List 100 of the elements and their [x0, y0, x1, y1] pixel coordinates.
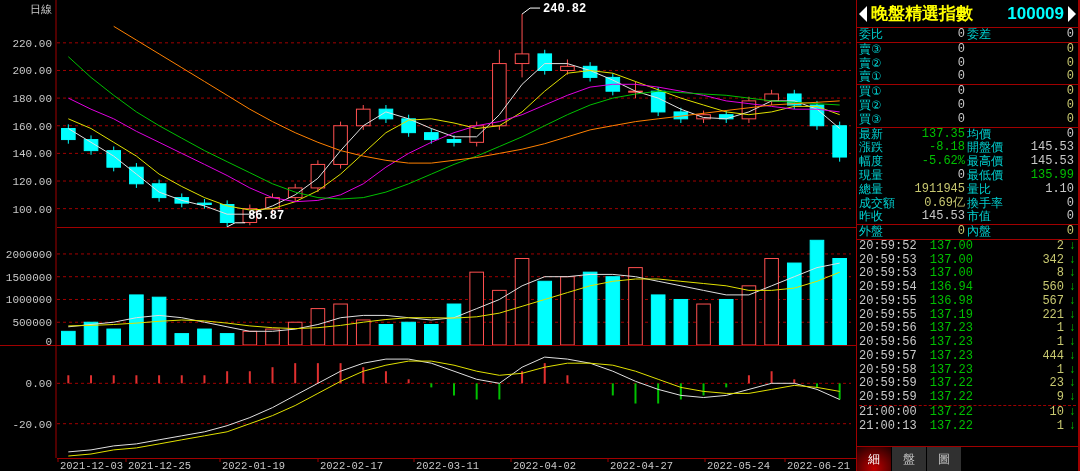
index-code: 100009 — [1007, 3, 1064, 24]
date-label: 2022-02-17 — [320, 460, 383, 471]
tick-time: 20:59:55 — [859, 294, 918, 309]
tick-time: 20:59:55 — [859, 308, 918, 322]
tick-price: 136.98 — [928, 294, 973, 309]
tick-arrow: ↓ — [1067, 391, 1076, 405]
tick-arrow: ↓ — [1067, 267, 1076, 282]
tick-volume: 567 — [1041, 294, 1064, 309]
candlestick — [537, 49, 553, 76]
axis-label: 2000000 — [5, 248, 52, 261]
order-price: 0 — [956, 56, 966, 70]
candlestick — [787, 89, 802, 110]
axis-label: 1500000 — [5, 271, 52, 284]
field-label: 均價 — [967, 127, 992, 141]
date-label: 2022-04-27 — [610, 460, 673, 471]
tab[interactable]: 細 — [857, 447, 892, 471]
tick-price: 137.00 — [928, 253, 973, 267]
leader-line — [521, 7, 541, 15]
order-level-label: 賣③ — [859, 42, 883, 57]
field-value: 0 — [1065, 210, 1075, 225]
candlestick — [673, 107, 689, 124]
field-label: 市值 — [967, 210, 992, 225]
candlestick — [832, 121, 847, 163]
tick-volume: 1 — [1055, 419, 1064, 434]
tick-arrow: ↓ — [1067, 253, 1076, 268]
axis-label: 100.00 — [12, 203, 52, 216]
candlestick — [287, 183, 303, 203]
order-price: 0 — [956, 42, 966, 57]
tab[interactable]: 圖 — [927, 447, 962, 471]
price-label: 240.82 — [543, 2, 587, 17]
tick-time: 20:59:57 — [859, 349, 918, 364]
candlestick — [83, 134, 99, 156]
candlestick — [355, 104, 371, 131]
field-value: 0 — [1065, 127, 1075, 141]
order-volume: 0 — [1065, 85, 1075, 99]
tick-volume: 9 — [1055, 391, 1064, 405]
axis-label: 500000 — [12, 317, 52, 330]
axis-label: 1000000 — [5, 294, 52, 307]
tab[interactable]: 盤 — [892, 447, 927, 471]
tick-volume: 10 — [1048, 405, 1064, 420]
candlestick — [560, 58, 575, 76]
tick-volume: 23 — [1048, 377, 1064, 391]
tick-price: 137.22 — [928, 405, 973, 420]
field-value: 0 — [1065, 196, 1075, 210]
order-price: 0 — [956, 112, 966, 127]
tick-price: 137.23 — [928, 336, 973, 350]
tick-time: 20:59:58 — [859, 363, 918, 377]
tick-price: 137.19 — [928, 308, 973, 322]
axis-label: 0 — [45, 336, 52, 345]
tick-price: 137.22 — [928, 377, 973, 391]
field-label: 昨收 — [859, 210, 884, 225]
axis-label: 0.00 — [25, 378, 52, 391]
field-value: 0 — [956, 225, 966, 239]
candlestick — [333, 121, 348, 170]
tick-time: 20:59:52 — [859, 239, 918, 254]
tick-volume: 560 — [1041, 281, 1064, 295]
axis-label: 120.00 — [12, 176, 52, 188]
axis-label: -20.00 — [12, 418, 52, 431]
previous-arrow-icon[interactable] — [859, 5, 867, 22]
field-value: 0 — [956, 168, 966, 183]
order-level-label: 買② — [859, 99, 883, 113]
next-arrow-icon[interactable] — [1068, 5, 1076, 22]
axis-label: 200.00 — [12, 65, 52, 78]
tick-arrow: ↓ — [1067, 239, 1076, 254]
axis-label: 220.00 — [12, 37, 52, 50]
candlestick — [424, 128, 439, 145]
tick-arrow: ↓ — [1067, 308, 1076, 323]
candlestick — [174, 192, 190, 208]
field-label: 外盤 — [859, 225, 884, 239]
tick-time: 20:59:53 — [859, 253, 918, 267]
tick-arrow: ↓ — [1067, 322, 1076, 337]
field-label: 總量 — [859, 182, 884, 197]
tick-time: 20:59:59 — [859, 377, 918, 391]
order-price: 0 — [956, 99, 966, 113]
tick-price: 137.23 — [928, 349, 973, 364]
tick-volume: 221 — [1041, 308, 1064, 322]
order-price: 0 — [956, 70, 966, 85]
field-value: -5.62% — [920, 155, 966, 169]
field-value: 1911945 — [913, 182, 966, 196]
field-label: 最高價 — [967, 155, 1004, 169]
field-value: -8.18 — [928, 141, 966, 155]
tick-time: 21:00:13 — [859, 419, 918, 434]
field-value: 0 — [1065, 28, 1075, 42]
tick-arrow: ↓ — [1067, 377, 1076, 392]
date-label: 2022-04-02 — [513, 460, 576, 471]
date-label: 2021-12-25 — [128, 460, 191, 471]
candlestick — [401, 114, 416, 138]
candlestick — [446, 134, 462, 147]
tick-price: 137.00 — [928, 239, 973, 254]
tick-price: 136.94 — [928, 281, 973, 295]
leader-line — [226, 222, 246, 228]
candlestick — [129, 162, 144, 189]
tick-volume: 1 — [1055, 336, 1064, 350]
candlestick — [718, 110, 734, 124]
tick-arrow: ↓ — [1067, 336, 1076, 350]
candlestick — [378, 104, 394, 124]
date-label: 2022-01-19 — [222, 460, 285, 471]
field-value: 145.53 — [920, 210, 966, 225]
tick-time: 21:00:00 — [859, 405, 918, 420]
order-volume: 0 — [1065, 42, 1075, 57]
